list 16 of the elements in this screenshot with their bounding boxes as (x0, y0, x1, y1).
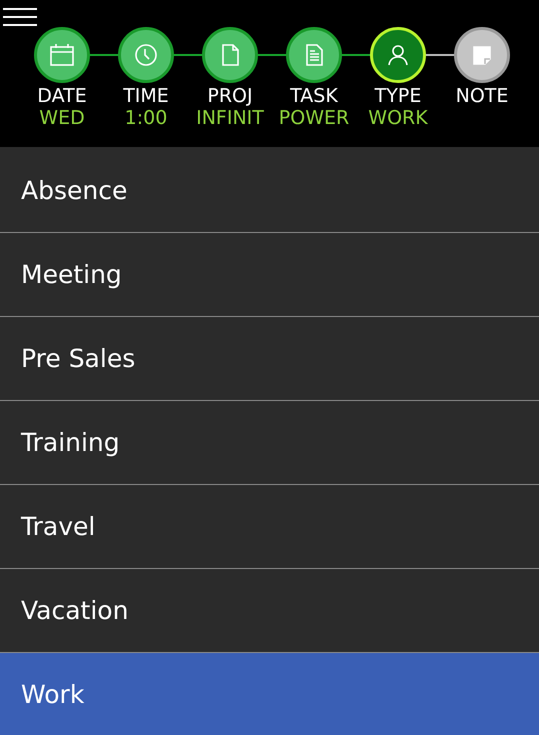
step-label: NOTE (456, 85, 508, 107)
step-label: DATE (37, 85, 87, 107)
menu-icon[interactable] (3, 8, 37, 28)
step-value: INFINIT (196, 107, 264, 129)
step-value: POWER (278, 107, 350, 129)
step-value: WORK (368, 107, 428, 129)
step-label: TIME (123, 85, 169, 107)
person-icon (385, 42, 411, 68)
step-label: TYPE (374, 85, 422, 107)
calendar-icon (49, 42, 75, 68)
step-value: 1:00 (124, 107, 168, 129)
list-item[interactable]: Work (0, 653, 539, 735)
clock-icon (133, 42, 159, 68)
step-label: TASK (290, 85, 338, 107)
step-value: WED (39, 107, 85, 129)
step-label: PROJ (207, 85, 253, 107)
